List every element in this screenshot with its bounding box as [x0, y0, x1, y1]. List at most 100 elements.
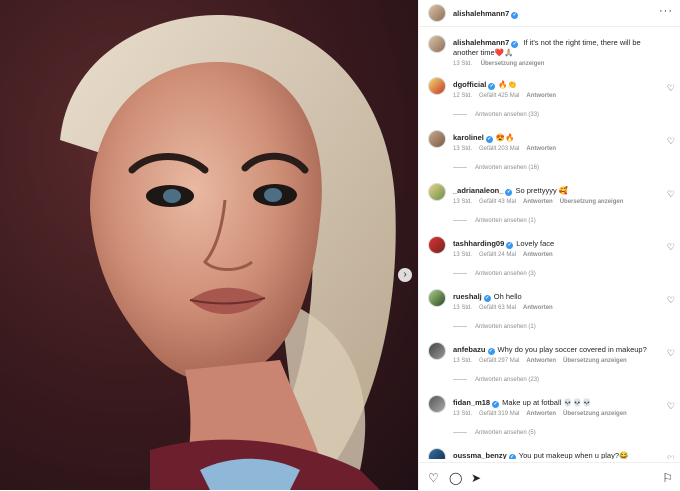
heart-icon[interactable]: ♡: [667, 242, 675, 253]
comment-body: Oh hello: [493, 292, 522, 301]
verified-badge-icon: ✓: [511, 41, 519, 48]
comment-text: _adrianaleon_ ✓ So prettyyyy 🥰: [453, 186, 663, 196]
comment-likes[interactable]: Gefällt 63 Mal: [479, 305, 516, 311]
comment-text: tashharding09 ✓ Lovely face: [453, 239, 663, 249]
commenter-username[interactable]: anfebazu ✓: [453, 345, 495, 355]
view-replies-label: Antworten ansehen (23): [475, 377, 540, 383]
post-actions: ♡ ◯ ➤ ⚐: [419, 462, 680, 491]
view-replies-link[interactable]: Antworten ansehen (16): [453, 165, 539, 171]
commenter-avatar[interactable]: [428, 130, 446, 148]
comment-meta: 13 Std. Gefällt 297 Mal Antworten Übersetzu…: [453, 358, 634, 364]
comment-body: Why do you play soccer covered in makeup…: [497, 345, 647, 354]
comment-icon[interactable]: ◯: [449, 471, 462, 485]
comment-likes[interactable]: Gefällt 319 Mal: [479, 411, 519, 417]
reply-link[interactable]: Antworten: [523, 199, 553, 205]
comment-likes[interactable]: Gefällt 24 Mal: [479, 252, 516, 258]
comment-time: 13 Std.: [453, 411, 473, 417]
view-replies-link[interactable]: Antworten ansehen (23): [453, 377, 539, 383]
commenter-avatar[interactable]: [428, 289, 446, 307]
view-replies-link[interactable]: Antworten ansehen (1): [453, 324, 536, 330]
commenter-avatar[interactable]: [428, 448, 446, 459]
caption-username[interactable]: alishalehmann7 ✓: [453, 38, 519, 48]
post-header: alishalehmann7 ✓ ···: [419, 0, 680, 27]
next-arrow-icon[interactable]: ›: [398, 268, 412, 282]
replies-divider: [453, 272, 467, 274]
heart-icon[interactable]: ♡: [667, 348, 675, 359]
author-avatar[interactable]: [428, 35, 446, 53]
comment-meta: 13 Std. Gefällt 43 Mal Antworten Übersetzun…: [453, 199, 630, 205]
comment-time: 13 Std.: [453, 305, 473, 311]
comment-text: dgofficial ✓ 🔥👏: [453, 80, 663, 90]
view-replies-label: Antworten ansehen (33): [475, 112, 540, 118]
verified-badge-icon: ✓: [508, 454, 516, 459]
comment-meta: 12 Std. Gefällt 425 Mal Antworten: [453, 93, 563, 99]
verified-badge-icon: ✓: [488, 83, 496, 90]
translate-link[interactable]: Übersetzung anzeigen: [563, 358, 627, 364]
replies-divider: [453, 219, 467, 221]
verified-badge-icon: ✓: [511, 12, 519, 19]
reply-link[interactable]: Antworten: [523, 305, 553, 311]
commenter-avatar[interactable]: [428, 395, 446, 413]
view-replies-link[interactable]: Antworten ansehen (3): [453, 271, 536, 277]
translate-link[interactable]: Übersetzung anzeigen: [563, 411, 627, 417]
post-photo-portrait: [60, 15, 396, 490]
view-replies-link[interactable]: Antworten ansehen (5): [453, 430, 536, 436]
view-replies-link[interactable]: Antworten ansehen (33): [453, 112, 539, 118]
reply-link[interactable]: Antworten: [526, 146, 556, 152]
commenter-username[interactable]: karolinel ✓: [453, 133, 493, 143]
heart-icon[interactable]: ♡: [667, 189, 675, 200]
commenter-avatar[interactable]: [428, 183, 446, 201]
comment-time: 13 Std.: [453, 146, 473, 152]
commenter-username[interactable]: fidan_m18 ✓: [453, 398, 500, 408]
reply-link[interactable]: Antworten: [523, 252, 553, 258]
comment-likes[interactable]: Gefällt 43 Mal: [479, 199, 516, 205]
bookmark-icon[interactable]: ⚐: [662, 471, 673, 485]
reply-link[interactable]: Antworten: [526, 411, 556, 417]
commenter-avatar[interactable]: [428, 236, 446, 254]
commenter-username[interactable]: _adrianaleon_ ✓: [453, 186, 513, 196]
translate-link[interactable]: Übersetzung anzeigen: [560, 199, 624, 205]
comment-text: anfebazu ✓ Why do you play soccer covered …: [453, 345, 663, 355]
comment-time: 13 Std.: [453, 358, 473, 364]
comment-meta: 13 Std. Gefällt 24 Mal Antworten: [453, 252, 560, 258]
comment-body: So prettyyyy 🥰: [515, 186, 569, 195]
comment-meta: 13 Std. Gefällt 203 Mal Antworten: [453, 146, 563, 152]
caption-time: 13 Std.: [453, 61, 473, 67]
heart-icon[interactable]: ♡: [667, 295, 675, 306]
replies-divider: [453, 325, 467, 327]
translate-link[interactable]: Übersetzung anzeigen: [481, 61, 545, 67]
comment-text: fidan_m18 ✓ Make up at fotball 💀💀💀: [453, 398, 663, 408]
replies-divider: [453, 378, 467, 380]
commenter-username[interactable]: dgofficial ✓: [453, 80, 496, 90]
commenter-username[interactable]: tashharding09 ✓: [453, 239, 514, 249]
comment-likes[interactable]: Gefällt 297 Mal: [479, 358, 519, 364]
commenter-username[interactable]: rueshalj ✓: [453, 292, 491, 302]
more-options-icon[interactable]: ···: [659, 5, 673, 17]
commenter-avatar[interactable]: [428, 77, 446, 95]
comment-likes[interactable]: Gefällt 425 Mal: [479, 93, 519, 99]
view-replies-label: Antworten ansehen (1): [475, 218, 536, 224]
author-avatar[interactable]: [428, 4, 446, 22]
reply-link[interactable]: Antworten: [526, 93, 556, 99]
commenter-avatar[interactable]: [428, 342, 446, 360]
caption-meta: 13 Std. Übersetzung anzeigen: [453, 61, 551, 67]
post-side-panel: alishalehmann7 ✓ ··· alishalehmann7 ✓ If i…: [418, 0, 680, 490]
heart-icon[interactable]: ♡: [428, 471, 439, 485]
commenter-username[interactable]: oussma_benzy ✓: [453, 451, 516, 459]
comment-body: 🔥👏: [498, 80, 518, 89]
comment-time: 12 Std.: [453, 93, 473, 99]
view-replies-label: Antworten ansehen (5): [475, 430, 536, 436]
reply-link[interactable]: Antworten: [526, 358, 556, 364]
comment-body: You put makeup when u play?😂: [518, 451, 629, 459]
verified-badge-icon: ✓: [487, 348, 495, 355]
comment-likes[interactable]: Gefällt 203 Mal: [479, 146, 519, 152]
author-username[interactable]: alishalehmann7 ✓: [453, 9, 519, 19]
replies-divider: [453, 113, 467, 115]
view-replies-link[interactable]: Antworten ansehen (1): [453, 218, 536, 224]
heart-icon[interactable]: ♡: [667, 401, 675, 412]
heart-icon[interactable]: ♡: [667, 136, 675, 147]
heart-icon[interactable]: ♡: [667, 83, 675, 94]
heart-icon[interactable]: ♡: [667, 454, 675, 459]
share-icon[interactable]: ➤: [471, 471, 481, 485]
view-replies-label: Antworten ansehen (3): [475, 271, 536, 277]
